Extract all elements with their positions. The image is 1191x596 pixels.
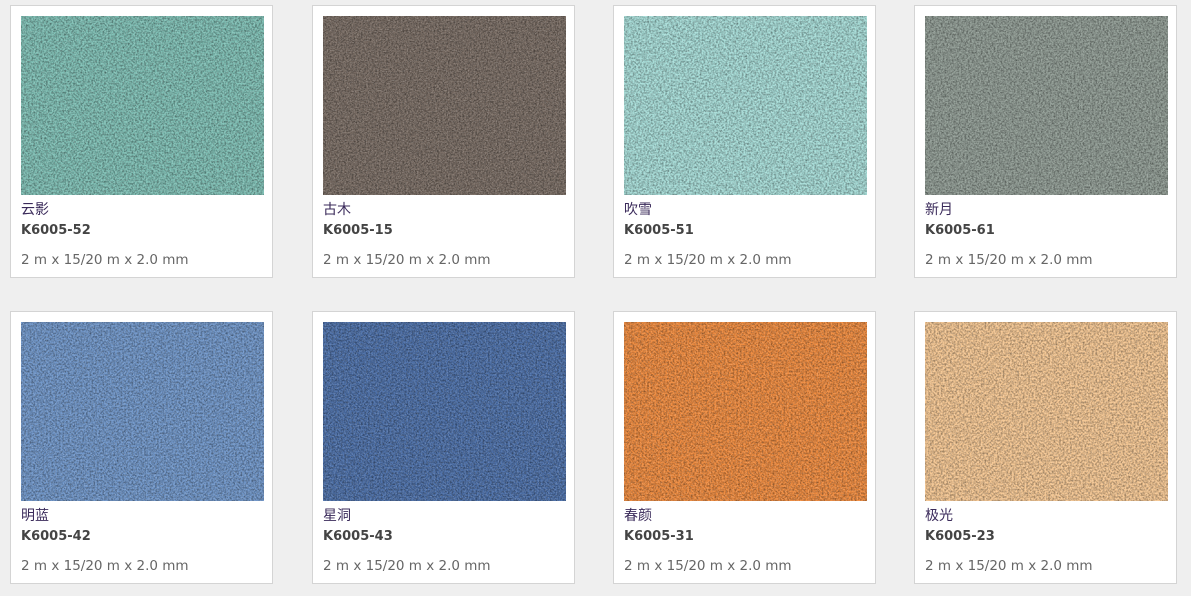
product-code: K6005-42 [21,529,91,544]
product-name: 春颜 [624,508,652,524]
product-size: 2 m x 15/20 m x 2.0 mm [21,558,189,574]
product-code: K6005-43 [323,529,393,544]
product-code: K6005-51 [624,223,694,238]
product-card[interactable]: 云影 K6005-52 2 m x 15/20 m x 2.0 mm [10,5,273,278]
product-code: K6005-31 [624,529,694,544]
product-name: 吹雪 [624,202,652,218]
product-size: 2 m x 15/20 m x 2.0 mm [21,252,189,268]
product-swatch-image[interactable] [21,16,264,195]
product-swatch-image[interactable] [323,16,566,195]
product-swatch-image[interactable] [323,322,566,501]
product-code: K6005-15 [323,223,393,238]
product-card[interactable]: 星洞 K6005-43 2 m x 15/20 m x 2.0 mm [312,311,575,584]
product-card[interactable]: 新月 K6005-61 2 m x 15/20 m x 2.0 mm [914,5,1177,278]
product-size: 2 m x 15/20 m x 2.0 mm [624,252,792,268]
product-name: 明蓝 [21,508,49,524]
product-swatch-image[interactable] [925,322,1168,501]
product-card[interactable]: 明蓝 K6005-42 2 m x 15/20 m x 2.0 mm [10,311,273,584]
product-card[interactable]: 吹雪 K6005-51 2 m x 15/20 m x 2.0 mm [613,5,876,278]
product-name: 新月 [925,202,953,218]
product-name: 星洞 [323,508,351,524]
product-swatch-image[interactable] [21,322,264,501]
product-swatch-image[interactable] [624,16,867,195]
product-size: 2 m x 15/20 m x 2.0 mm [925,558,1093,574]
product-card[interactable]: 极光 K6005-23 2 m x 15/20 m x 2.0 mm [914,311,1177,584]
product-code: K6005-52 [21,223,91,238]
product-name: 云影 [21,202,49,218]
product-card[interactable]: 春颜 K6005-31 2 m x 15/20 m x 2.0 mm [613,311,876,584]
product-name: 极光 [925,508,953,524]
product-name: 古木 [323,202,351,218]
product-size: 2 m x 15/20 m x 2.0 mm [323,252,491,268]
product-size: 2 m x 15/20 m x 2.0 mm [323,558,491,574]
product-size: 2 m x 15/20 m x 2.0 mm [925,252,1093,268]
product-code: K6005-23 [925,529,995,544]
product-swatch-image[interactable] [925,16,1168,195]
product-grid: 云影 K6005-52 2 m x 15/20 m x 2.0 mm 古木 K6… [0,0,1191,596]
product-card[interactable]: 古木 K6005-15 2 m x 15/20 m x 2.0 mm [312,5,575,278]
product-swatch-image[interactable] [624,322,867,501]
product-size: 2 m x 15/20 m x 2.0 mm [624,558,792,574]
product-code: K6005-61 [925,223,995,238]
